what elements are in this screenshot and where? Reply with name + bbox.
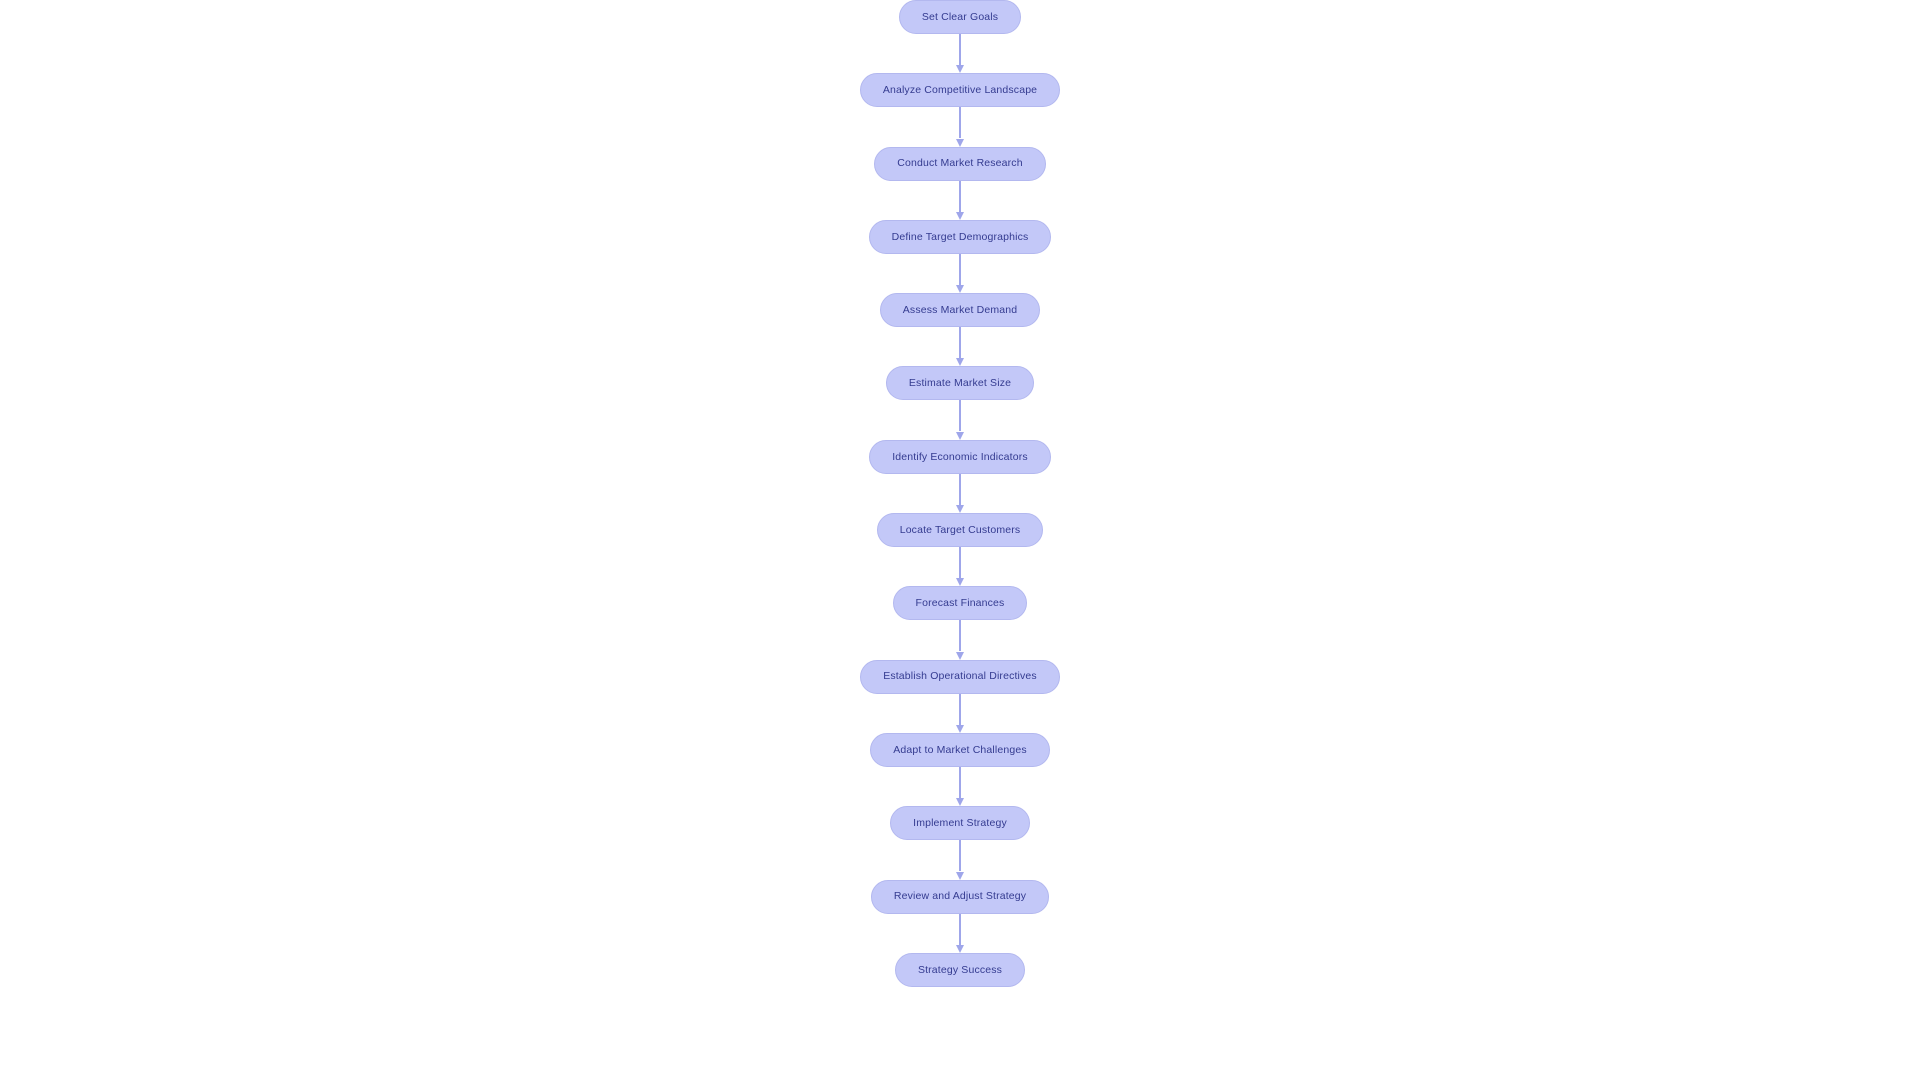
connector-line bbox=[959, 327, 961, 359]
flowchart-connector-5 bbox=[953, 327, 967, 367]
flowchart-node-label: Estimate Market Size bbox=[908, 377, 1012, 390]
flowchart-connector-12 bbox=[953, 840, 967, 880]
connector-line bbox=[959, 473, 961, 505]
flowchart-node-assess-market-demand[interactable]: Assess Market Demand bbox=[879, 293, 1041, 328]
flowchart-connector-4 bbox=[953, 253, 967, 294]
connector-line bbox=[959, 253, 961, 285]
arrow-down-icon bbox=[955, 871, 964, 880]
flowchart-node-review-and-adjust-strategy[interactable]: Review and Adjust Strategy bbox=[870, 879, 1050, 914]
connector-line bbox=[959, 766, 961, 798]
flowchart-node-label: Identify Economic Indicators bbox=[892, 450, 1028, 463]
connector-line bbox=[959, 107, 961, 139]
arrow-down-icon bbox=[955, 944, 964, 953]
arrow-down-icon bbox=[955, 65, 964, 74]
flowchart-connector-2 bbox=[953, 107, 967, 147]
flowchart-node-label: Implement Strategy bbox=[913, 817, 1007, 830]
flowchart-connector-6 bbox=[953, 400, 967, 440]
flowchart-node-label: Forecast Finances bbox=[915, 597, 1005, 610]
connector-line bbox=[959, 34, 961, 65]
flowchart-node-estimate-market-size[interactable]: Estimate Market Size bbox=[885, 366, 1035, 401]
arrow-down-icon bbox=[955, 431, 964, 440]
flowchart-connector-13 bbox=[953, 913, 967, 953]
flowchart-node-label: Strategy Success bbox=[917, 963, 1003, 976]
arrow-down-icon bbox=[955, 505, 964, 514]
arrow-down-icon bbox=[955, 211, 964, 220]
flowchart-node-label: Locate Target Customers bbox=[899, 523, 1021, 536]
arrow-down-icon bbox=[955, 798, 964, 807]
flowchart-node-implement-strategy[interactable]: Implement Strategy bbox=[890, 806, 1030, 841]
flowchart-connector-10 bbox=[953, 693, 967, 733]
connector-line bbox=[959, 693, 961, 725]
flowchart-node-establish-operational-directives[interactable]: Establish Operational Directives bbox=[860, 659, 1060, 694]
arrow-down-icon bbox=[955, 358, 964, 367]
flowchart-connector-8 bbox=[953, 547, 967, 587]
flowchart-node-identify-economic-indicators[interactable]: Identify Economic Indicators bbox=[869, 439, 1051, 474]
arrow-down-icon bbox=[955, 651, 964, 660]
flowchart-node-label: Establish Operational Directives bbox=[883, 670, 1037, 683]
flowchart-connector-7 bbox=[953, 473, 967, 514]
flowchart-node-conduct-market-research[interactable]: Conduct Market Research bbox=[874, 146, 1046, 181]
flowchart-connector-11 bbox=[953, 766, 967, 807]
connector-line bbox=[959, 547, 961, 579]
flowchart-node-strategy-success[interactable]: Strategy Success bbox=[894, 952, 1026, 987]
arrow-down-icon bbox=[955, 285, 964, 294]
flowchart-node-set-clear-goals[interactable]: Set Clear Goals bbox=[898, 0, 1022, 34]
flowchart-node-adapt-to-market-challenges[interactable]: Adapt to Market Challenges bbox=[870, 732, 1050, 767]
connector-line bbox=[959, 913, 961, 945]
connector-line bbox=[959, 400, 961, 432]
flowchart-node-analyze-competitive-landscape[interactable]: Analyze Competitive Landscape bbox=[859, 73, 1061, 108]
flowchart-node-locate-target-customers[interactable]: Locate Target Customers bbox=[876, 513, 1044, 548]
flowchart-connector-1 bbox=[953, 34, 967, 74]
flowchart-node-label: Review and Adjust Strategy bbox=[893, 890, 1027, 903]
flowchart-node-label: Analyze Competitive Landscape bbox=[882, 84, 1038, 97]
connector-line bbox=[959, 180, 961, 212]
flowchart-connector-3 bbox=[953, 180, 967, 220]
arrow-down-icon bbox=[955, 724, 964, 733]
flowchart-node-define-target-demographics[interactable]: Define Target Demographics bbox=[868, 219, 1052, 254]
connector-line bbox=[959, 620, 961, 652]
flowchart-node-label: Define Target Demographics bbox=[891, 230, 1029, 243]
flowchart-canvas: Set Clear Goals Analyze Competitive Land… bbox=[0, 0, 1920, 1080]
flowchart-node-forecast-finances[interactable]: Forecast Finances bbox=[892, 586, 1028, 621]
flowchart-node-label: Assess Market Demand bbox=[902, 303, 1018, 316]
flowchart-node-label: Conduct Market Research bbox=[897, 157, 1023, 170]
arrow-down-icon bbox=[955, 138, 964, 147]
connector-line bbox=[959, 840, 961, 872]
flowchart-node-column: Set Clear Goals Analyze Competitive Land… bbox=[0, 0, 1920, 1080]
flowchart-connector-9 bbox=[953, 620, 967, 660]
flowchart-node-label: Set Clear Goals bbox=[921, 10, 999, 23]
flowchart-node-label: Adapt to Market Challenges bbox=[893, 743, 1027, 756]
arrow-down-icon bbox=[955, 578, 964, 587]
